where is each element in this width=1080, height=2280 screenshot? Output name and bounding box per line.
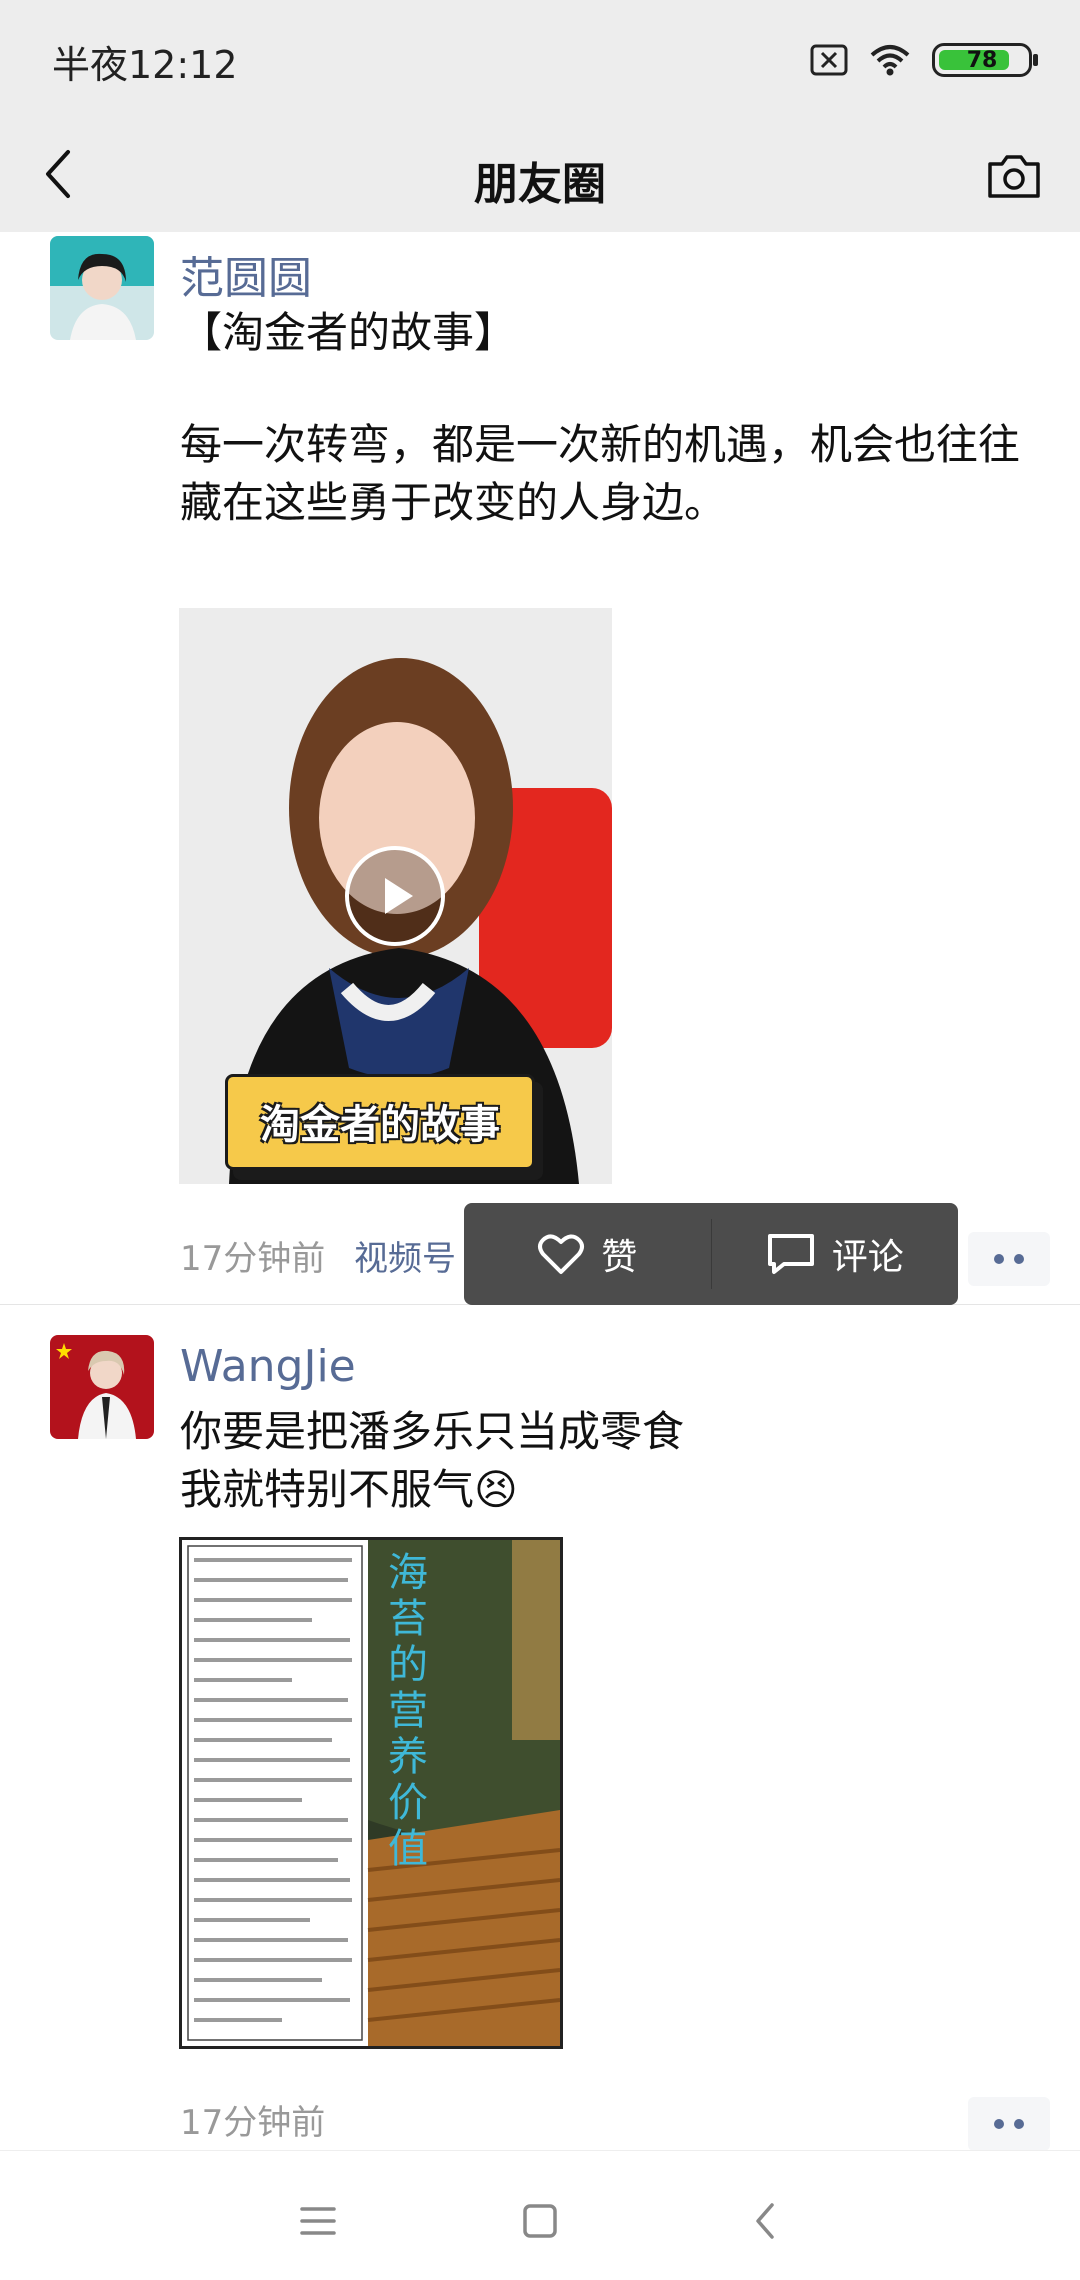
like-comment-popup: 赞 评论 <box>464 1203 958 1305</box>
post-time: 17分钟前 <box>180 2103 326 2143</box>
back-icon[interactable] <box>736 2191 796 2251</box>
image-title: 海苔的营养价值 <box>388 1550 428 1872</box>
system-nav-bar <box>0 2150 1080 2280</box>
post-author[interactable]: WangJie <box>180 1341 356 1392</box>
home-icon[interactable] <box>510 2191 570 2251</box>
post-text-line: 你要是把潘多乐只当成零食 <box>180 1407 685 1456</box>
comment-button[interactable]: 评论 <box>712 1203 959 1305</box>
moment-post: 范圆圆 【淘金者的故事】 每一次转弯，都是一次新的机遇，机会也往往藏在这些勇于改… <box>0 232 1080 1304</box>
post-text-title: 【淘金者的故事】 <box>180 308 517 357</box>
video-caption: 淘金者的故事 <box>260 1102 500 1148</box>
camera-icon[interactable] <box>984 146 1044 206</box>
wifi-icon <box>870 45 910 76</box>
play-icon <box>385 878 413 914</box>
avatar[interactable] <box>50 236 154 340</box>
play-button[interactable] <box>345 846 445 946</box>
post-text-line: 我就特别不服气 <box>180 1465 475 1514</box>
post-author[interactable]: 范圆圆 <box>180 242 312 306</box>
post-video[interactable]: 淘金者的故事 <box>179 608 612 1184</box>
video-caption-card: 淘金者的故事 <box>225 1074 547 1184</box>
menu-icon[interactable] <box>288 2191 348 2251</box>
status-bar: 半夜12:12 78 <box>0 0 1080 120</box>
moment-post: WangJie 你要是把潘多乐只当成零食 我就特别不服气😣 海苔的营养价值 17… <box>0 1305 1080 2151</box>
post-text-body: 每一次转弯，都是一次新的机遇，机会也往往藏在这些勇于改变的人身边。 <box>180 420 1021 527</box>
comment-icon <box>767 1234 814 1274</box>
comment-label: 评论 <box>831 1237 904 1278</box>
status-time: 半夜12:12 <box>52 43 238 87</box>
more-actions-button[interactable] <box>968 1232 1050 1286</box>
emoji: 😣 <box>474 1465 518 1514</box>
top-navbar: 朋友圈 <box>0 120 1080 232</box>
page-title: 朋友圈 <box>474 159 606 210</box>
post-image[interactable]: 海苔的营养价值 <box>179 1537 563 2049</box>
avatar[interactable] <box>50 1335 154 1439</box>
more-actions-button[interactable] <box>968 2097 1050 2151</box>
battery-icon: 78 <box>932 43 1038 77</box>
sim-disabled-icon <box>810 44 848 76</box>
like-label: 赞 <box>601 1237 638 1278</box>
battery-level: 78 <box>966 47 998 73</box>
like-button[interactable]: 赞 <box>464 1203 711 1305</box>
post-time: 17分钟前 <box>180 1239 326 1279</box>
channels-link[interactable]: 视频号 <box>354 1231 456 1280</box>
heart-icon <box>538 1234 585 1274</box>
